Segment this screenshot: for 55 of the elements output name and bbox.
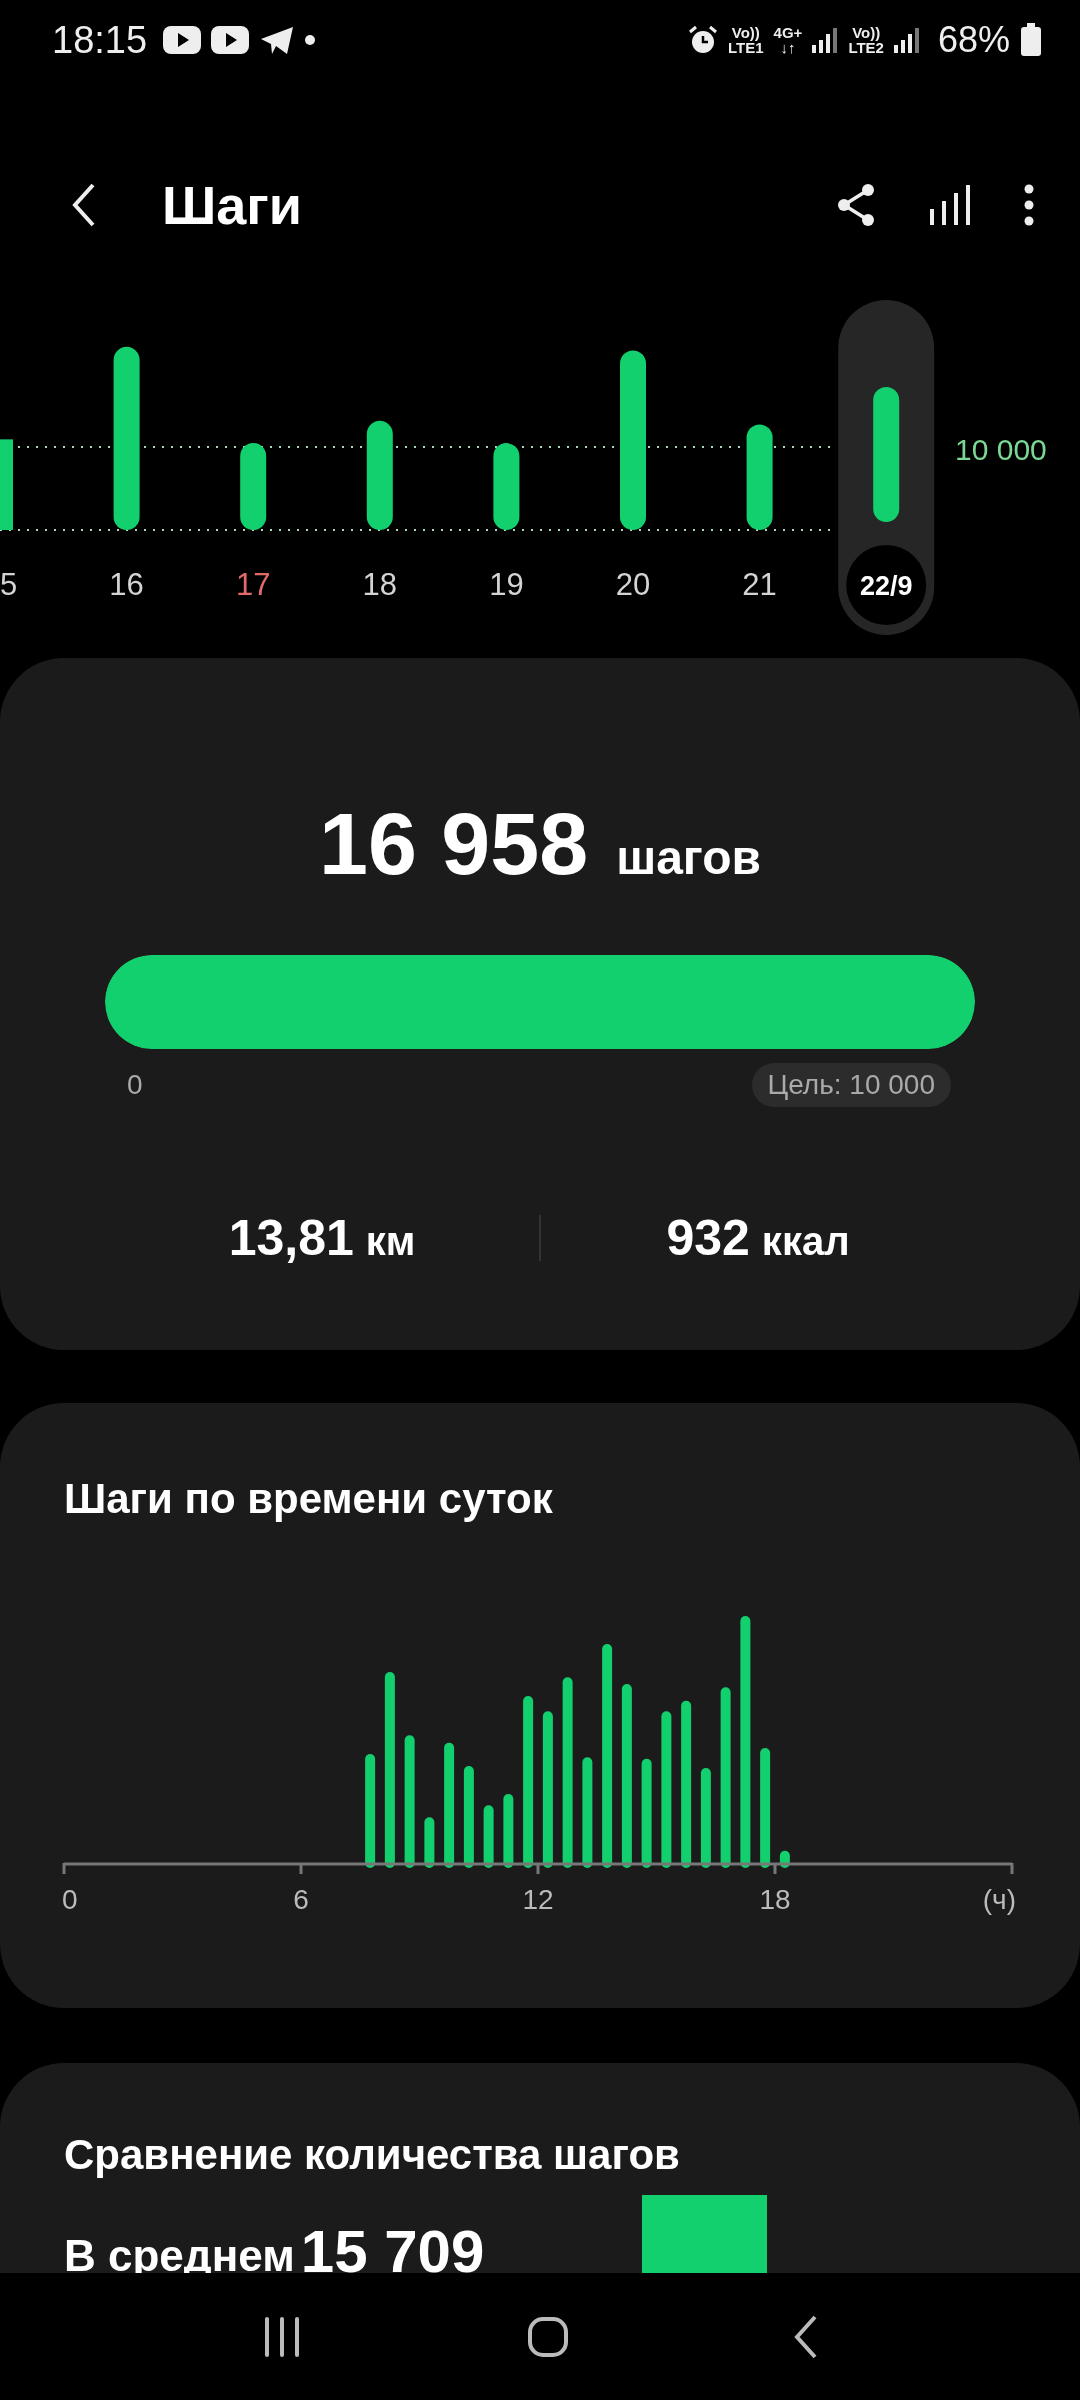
back-chevron-icon	[793, 2314, 818, 2359]
day-label[interactable]: 19	[489, 567, 524, 602]
day-bar[interactable]	[746, 424, 773, 530]
axis-label: (ч)	[982, 1884, 1016, 1915]
alarm-icon	[688, 25, 719, 55]
more-icon	[1024, 183, 1034, 227]
axis-label: 0	[62, 1884, 78, 1915]
distance-unit: км	[365, 1219, 416, 1264]
axis-label: 18	[759, 1884, 791, 1915]
card-title: Сравнение количества шагов	[63, 2131, 681, 2179]
step-unit: шагов	[616, 830, 761, 885]
day-bar[interactable]	[366, 420, 393, 530]
battery-icon	[1020, 23, 1042, 57]
axis-label: 6	[293, 1884, 309, 1915]
day-bar[interactable]	[240, 443, 267, 530]
signal-icon	[812, 26, 839, 54]
day-label[interactable]: 20	[615, 567, 651, 602]
screen-title: Шаги	[162, 174, 302, 236]
paper-plane-icon	[259, 24, 296, 56]
day-label[interactable]: 17	[235, 567, 271, 602]
video-app-icon	[211, 24, 250, 56]
average-value: 15 709	[300, 2217, 485, 2286]
day-label[interactable]: 21	[742, 567, 777, 602]
clock-time: 18:15	[52, 18, 148, 62]
network-label: ↓↑	[780, 40, 796, 55]
scale-start-label: 0	[127, 1069, 143, 1101]
video-app-icon	[163, 24, 202, 56]
calories-value: 932	[666, 1209, 750, 1267]
average-label: В среднем	[64, 2231, 295, 2281]
bar-chart-icon	[928, 183, 972, 227]
network-label: LTE2	[848, 40, 884, 55]
network-label: 4G+	[773, 25, 803, 40]
notification-dot-icon	[305, 35, 316, 45]
day-label[interactable]: 18	[362, 567, 398, 602]
day-bar[interactable]	[620, 350, 646, 530]
day-bar[interactable]	[493, 443, 520, 530]
day-label[interactable]: 16	[109, 567, 144, 602]
goal-line-label: 10 000	[955, 433, 1047, 466]
day-bar[interactable]	[113, 346, 140, 530]
network-label: Vo))	[731, 25, 760, 40]
network-label: Vo))	[852, 25, 881, 40]
signal-icon	[893, 26, 920, 54]
axis-label: 12	[522, 1884, 554, 1915]
calories-unit: ккал	[761, 1219, 850, 1264]
home-icon	[527, 2315, 569, 2358]
battery-percent: 68%	[937, 19, 1010, 61]
distance-value: 13,81	[228, 1209, 354, 1267]
goal-badge: Цель: 10 000	[751, 1063, 951, 1107]
day-bar[interactable]	[873, 386, 900, 522]
share-icon	[836, 183, 876, 227]
step-count: 16 958	[318, 793, 589, 895]
network-label: LTE1	[728, 40, 764, 55]
day-label[interactable]: 22/9	[859, 571, 913, 601]
card-title: Шаги по времени суток	[63, 1475, 554, 1523]
day-label[interactable]: 5	[0, 567, 18, 602]
